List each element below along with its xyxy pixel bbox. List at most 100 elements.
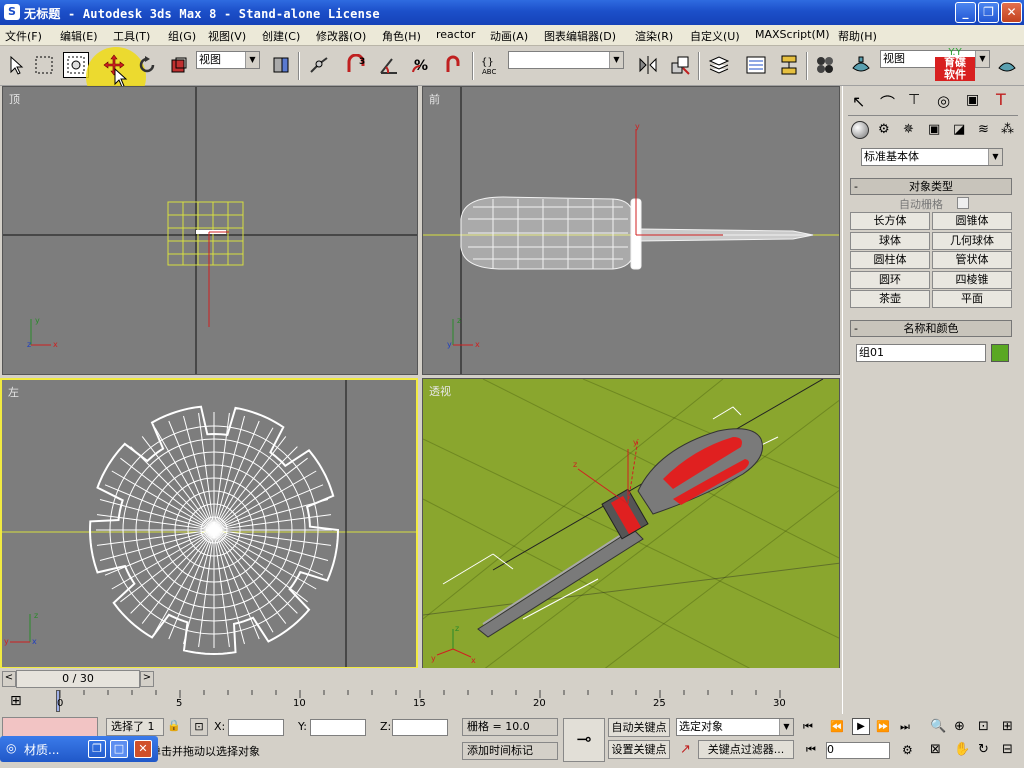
close-button[interactable]: ✕ <box>1001 2 1022 23</box>
menu-animation[interactable]: 动画(A) <box>490 28 528 44</box>
zoom-extents-all-icon[interactable]: ⊞ <box>1002 719 1013 734</box>
3ds-max-icon[interactable]: S <box>4 4 20 20</box>
menu-create[interactable]: 创建(C) <box>262 28 300 44</box>
next-frame-icon[interactable]: > <box>140 671 154 687</box>
cone-button[interactable]: 圆锥体 <box>932 212 1012 230</box>
space-warps-icon[interactable]: ≋ <box>978 122 989 137</box>
edit-named-selection-icon[interactable]: {} ABC <box>478 52 504 78</box>
play-icon[interactable]: ▶ <box>852 718 870 735</box>
key-mode-toggle-icon[interactable]: ⏮ <box>806 743 816 757</box>
category-dropdown[interactable]: 标准基本体 ▼ <box>861 148 1003 166</box>
align-icon[interactable] <box>667 52 693 78</box>
auto-key-button[interactable]: 自动关键点 <box>608 718 670 737</box>
x-coordinate-input[interactable] <box>228 719 284 736</box>
motion-tab-icon[interactable]: ◎ <box>937 92 950 110</box>
lock-selection-icon[interactable]: 🔒 <box>167 719 181 732</box>
current-frame-input[interactable]: 0 <box>826 742 890 759</box>
go-to-end-icon[interactable]: ⏭ <box>900 720 910 734</box>
spinner-snap-icon[interactable] <box>440 52 466 78</box>
curve-editor-icon[interactable] <box>743 52 769 78</box>
material-editor-taskbar-item[interactable]: ◎ 材质... ❐ □ ✕ <box>0 736 158 762</box>
geometry-icon[interactable] <box>851 121 869 139</box>
menu-graph-editors[interactable]: 图表编辑器(D) <box>544 28 616 44</box>
schematic-view-icon[interactable] <box>776 52 802 78</box>
menu-character[interactable]: 角色(H) <box>382 28 421 44</box>
autogrid-checkbox[interactable] <box>957 197 969 209</box>
maximize-viewport-icon[interactable]: ⊟ <box>1002 742 1013 757</box>
arc-rotate-icon[interactable]: ↻ <box>978 742 989 757</box>
set-key-button[interactable]: 设置关键点 <box>608 740 670 759</box>
zoom-extents-icon[interactable]: ⊡ <box>978 719 989 734</box>
maximize-icon[interactable]: □ <box>110 740 128 758</box>
reference-coordinate-dropdown[interactable]: 视图 ▼ <box>196 51 260 69</box>
select-and-manipulate-icon[interactable] <box>306 52 332 78</box>
render-scene-icon[interactable] <box>848 52 874 78</box>
viewport-front[interactable]: 前 y zxy <box>422 86 840 375</box>
select-and-rotate-icon[interactable] <box>134 52 160 78</box>
y-coordinate-input[interactable] <box>310 719 366 736</box>
helpers-icon[interactable]: ◪ <box>953 122 965 137</box>
viewport-perspective[interactable]: 透视 zy zxy <box>422 378 840 669</box>
pivot-center-icon[interactable] <box>268 52 294 78</box>
zoom-icon[interactable]: 🔍 <box>930 719 946 734</box>
restore-icon[interactable]: ❐ <box>88 740 106 758</box>
viewport-left[interactable]: 左 zyx <box>0 378 418 669</box>
mirror-icon[interactable] <box>635 52 661 78</box>
menu-file[interactable]: 文件(F) <box>5 28 42 44</box>
menu-rendering[interactable]: 渲染(R) <box>635 28 673 44</box>
snap-toggle-icon[interactable]: 3 <box>343 52 369 78</box>
layer-manager-icon[interactable] <box>706 52 732 78</box>
angle-snap-icon[interactable] <box>376 52 402 78</box>
key-tangent-icon[interactable]: ↗ <box>680 742 691 757</box>
menu-view[interactable]: 视图(V) <box>208 28 246 44</box>
absolute-mode-icon[interactable]: ⊡ <box>190 718 208 736</box>
menu-tools[interactable]: 工具(T) <box>113 28 150 44</box>
cameras-icon[interactable]: ▣ <box>928 122 940 137</box>
systems-icon[interactable]: ⁂ <box>1001 122 1014 137</box>
select-object-icon[interactable] <box>3 52 29 78</box>
maxscript-listener-mini[interactable] <box>2 717 98 737</box>
teapot-button[interactable]: 茶壶 <box>850 290 930 308</box>
rollout-object-type[interactable]: - 对象类型 <box>850 178 1012 195</box>
utilities-tab-icon[interactable]: T <box>996 90 1006 109</box>
object-name-input[interactable]: 组01 <box>856 344 986 362</box>
time-slider[interactable]: < 0 / 30 > <box>0 668 842 690</box>
pyramid-button[interactable]: 四棱锥 <box>932 271 1012 289</box>
track-bar[interactable]: ⊞ 0 5 10 15 20 25 30 <box>0 690 842 714</box>
curve-editor-mini-icon[interactable]: ⊞ <box>10 693 22 709</box>
viewport-top[interactable]: 顶 yxz <box>2 86 418 375</box>
menu-edit[interactable]: 编辑(E) <box>60 28 98 44</box>
region-zoom-icon[interactable]: ⊠ <box>930 742 941 757</box>
create-tab-icon[interactable]: ↖ <box>852 92 865 111</box>
go-to-start-icon[interactable]: ⏮ <box>803 720 813 734</box>
rollout-name-color[interactable]: - 名称和颜色 <box>850 320 1012 337</box>
material-editor-icon[interactable] <box>812 52 838 78</box>
object-color-swatch[interactable] <box>991 344 1009 362</box>
key-filters-button[interactable]: 关键点过滤器... <box>698 740 794 759</box>
menu-maxscript[interactable]: MAXScript(M) <box>755 28 830 41</box>
tube-button[interactable]: 管状体 <box>932 251 1012 269</box>
lights-icon[interactable]: ✵ <box>903 122 914 137</box>
percent-snap-icon[interactable]: % <box>408 52 434 78</box>
modify-tab-icon[interactable]: ⌒ <box>880 92 895 113</box>
close-icon[interactable]: ✕ <box>134 740 152 758</box>
key-mode-dropdown[interactable]: 选定对象 ▼ <box>676 718 794 736</box>
menu-group[interactable]: 组(G) <box>168 28 196 44</box>
hierarchy-tab-icon[interactable]: ⊤ <box>908 92 920 108</box>
shapes-icon[interactable]: ⚙ <box>878 122 890 137</box>
select-and-scale-icon[interactable] <box>166 52 192 78</box>
maximize-button[interactable]: ❐ <box>978 2 999 23</box>
display-tab-icon[interactable]: ▣ <box>966 92 979 108</box>
torus-button[interactable]: 圆环 <box>850 271 930 289</box>
menu-reactor[interactable]: reactor <box>436 28 475 41</box>
time-configuration-icon[interactable]: ⚙ <box>902 743 913 757</box>
cylinder-button[interactable]: 圆柱体 <box>850 251 930 269</box>
set-key-icon[interactable]: ⊸ <box>563 718 605 762</box>
sphere-button[interactable]: 球体 <box>850 232 930 250</box>
minimize-button[interactable]: _ <box>955 2 976 23</box>
previous-key-icon[interactable]: ⏪ <box>830 720 844 733</box>
time-slider-thumb[interactable]: 0 / 30 <box>16 670 140 688</box>
named-selection-dropdown[interactable]: ▼ <box>508 51 624 69</box>
add-time-tag[interactable]: 添加时间标记 <box>462 742 558 760</box>
select-region-icon[interactable] <box>31 52 57 78</box>
